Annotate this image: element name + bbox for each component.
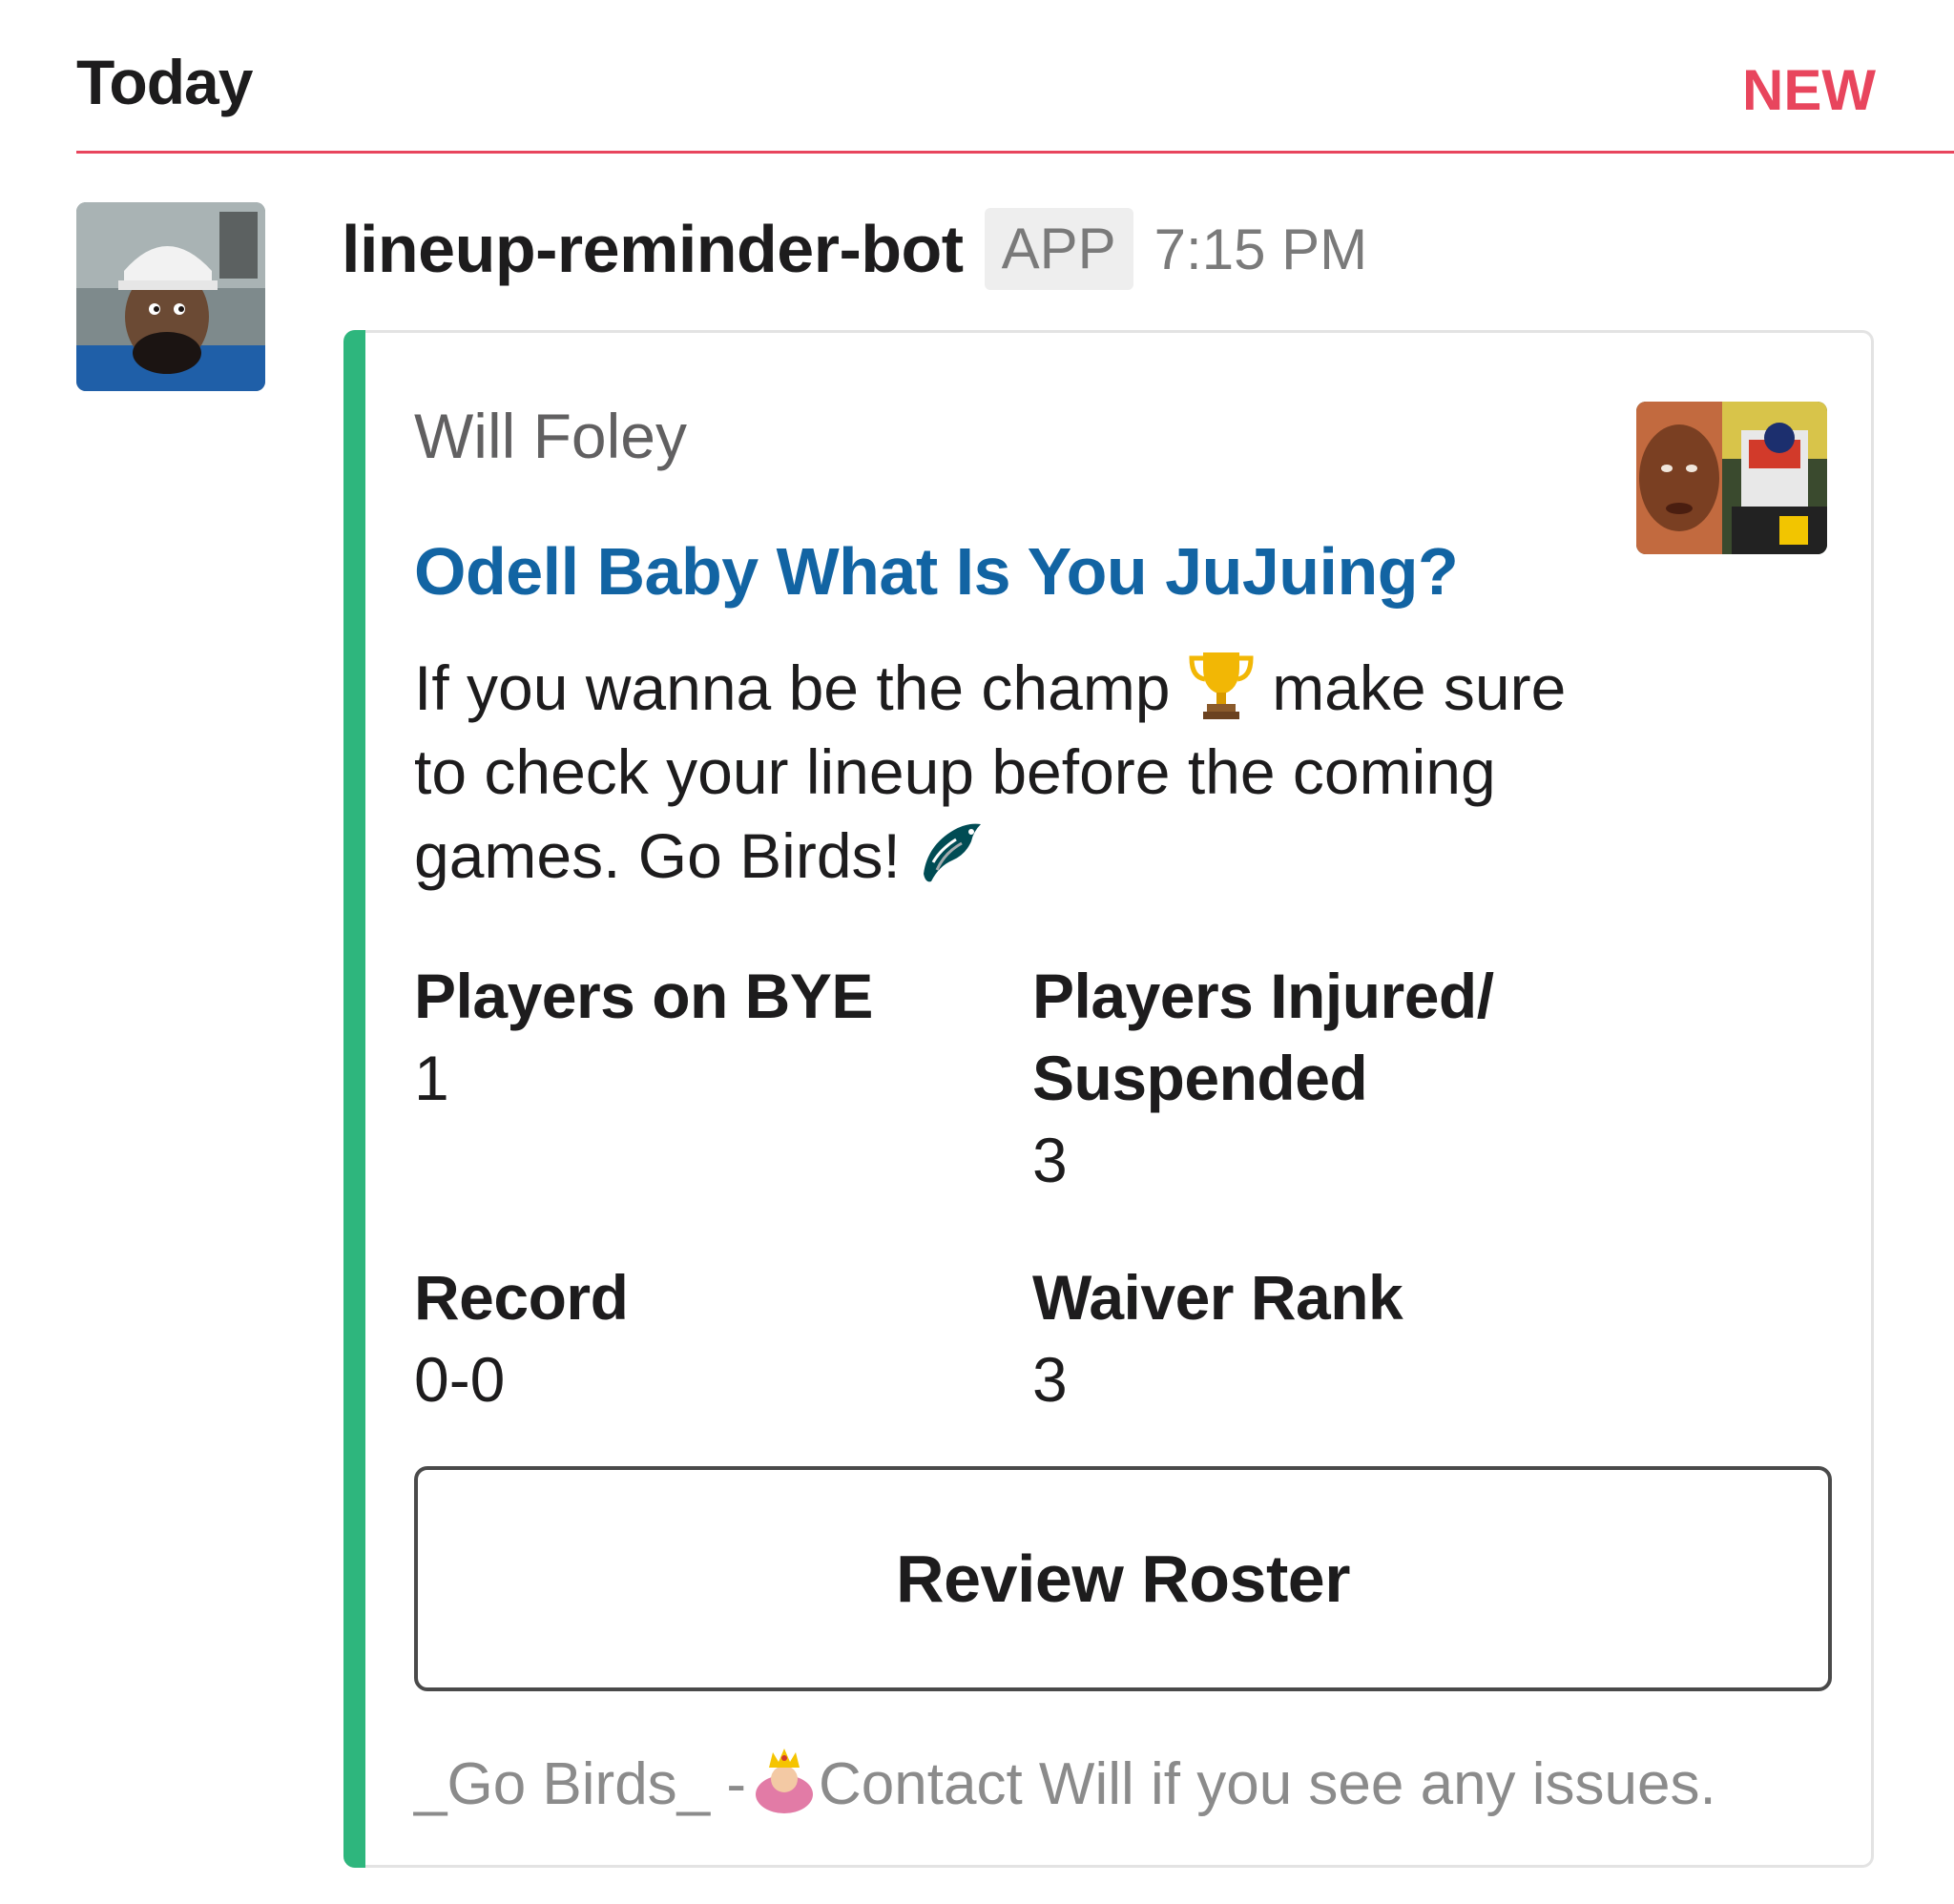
app-badge: APP <box>984 208 1133 290</box>
eagles-logo-icon <box>918 817 985 889</box>
attachment-color-bar <box>343 330 365 1868</box>
field-value: 0-0 <box>414 1344 506 1415</box>
footer-text-part1: _Go Birds_ - <box>414 1751 747 1817</box>
attachment-text-part1: If you wanna be the champ <box>414 652 1171 723</box>
field-title: Players on BYE <box>414 961 873 1031</box>
field-players-injured: Players Injured/ Suspended 3 <box>1032 955 1567 1201</box>
field-title: Players Injured/ Suspended <box>1032 961 1494 1113</box>
field-title: Waiver Rank <box>1032 1262 1403 1333</box>
trophy-icon <box>1188 649 1255 721</box>
field-waiver-rank: Waiver Rank 3 <box>1032 1256 1403 1420</box>
attachment-title-link[interactable]: Odell Baby What Is You JuJuing? <box>414 533 1459 610</box>
attachment-footer: _Go Birds_ - Contact Will if you see any… <box>414 1745 1716 1818</box>
sender-name[interactable]: lineup-reminder-bot <box>342 211 964 287</box>
field-record: Record 0-0 <box>414 1256 629 1420</box>
field-players-on-bye: Players on BYE 1 <box>414 955 873 1119</box>
author-thumbnail[interactable] <box>1636 402 1827 554</box>
field-value: 1 <box>414 1043 449 1113</box>
message-timestamp[interactable]: 7:15 PM <box>1154 217 1367 282</box>
new-messages-label: NEW <box>1742 58 1876 122</box>
queen-crown-icon <box>746 1745 819 1817</box>
message-attachment: Will Foley Odell Baby What Is You JuJuin… <box>343 330 1874 1868</box>
review-roster-button[interactable]: Review Roster <box>414 1466 1832 1691</box>
bot-avatar[interactable] <box>76 202 265 391</box>
new-messages-divider <box>76 151 1954 154</box>
attachment-author: Will Foley <box>414 401 688 471</box>
field-value: 3 <box>1032 1344 1068 1415</box>
field-value: 3 <box>1032 1125 1068 1195</box>
field-title: Record <box>414 1262 629 1333</box>
footer-text-part2: Contact Will if you see any issues. <box>819 1751 1716 1817</box>
message-header: lineup-reminder-bot APP 7:15 PM <box>342 208 1367 290</box>
attachment-text: If you wanna be the champ make sure to c… <box>414 646 1597 898</box>
day-divider-label: Today <box>76 47 253 117</box>
